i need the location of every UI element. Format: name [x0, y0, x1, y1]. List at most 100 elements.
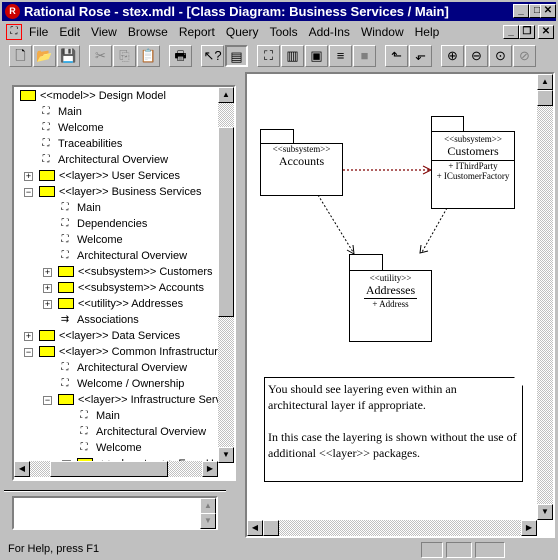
menu-view[interactable]: View	[91, 25, 117, 39]
browse-deployment-diagram-button[interactable]: ■	[353, 45, 376, 67]
scroll-up-button[interactable]: ▲	[537, 74, 553, 90]
menu-edit[interactable]: Edit	[59, 25, 80, 39]
tree-item[interactable]: ⛶ Welcome	[77, 440, 142, 456]
scroll-thumb[interactable]	[50, 461, 168, 477]
package-accounts[interactable]: <<subsystem>> Accounts	[260, 143, 343, 196]
menu-browse[interactable]: Browse	[128, 25, 168, 39]
print-button[interactable]: 🖶	[169, 45, 192, 67]
menu-help[interactable]: Help	[415, 25, 440, 39]
package-customers[interactable]: <<subsystem>> Customers + IThirdParty + …	[431, 131, 515, 209]
stereotype: <<utility>>	[369, 273, 412, 283]
paste-button[interactable]: 📋	[137, 45, 160, 67]
collapse-icon[interactable]: −	[43, 396, 52, 405]
menu-tools[interactable]: Tools	[270, 25, 298, 39]
package-addresses[interactable]: <<utility>> Addresses + Address	[349, 270, 432, 342]
copy-button[interactable]: ⎘	[113, 45, 136, 67]
tree-item[interactable]: ⛶ Dependencies	[58, 216, 148, 232]
scroll-thumb[interactable]	[263, 520, 279, 536]
tree-item[interactable]: ⛶ Welcome / Ownership	[58, 376, 185, 392]
scroll-right-button[interactable]: ▶	[521, 520, 537, 536]
cut-button[interactable]: ✂	[89, 45, 112, 67]
scroll-left-button[interactable]: ◀	[14, 461, 30, 477]
tree-item[interactable]: <<subsystem>> Accounts	[58, 280, 204, 296]
diagram-vertical-scrollbar[interactable]: ▲ ▼	[537, 74, 553, 520]
tree-item[interactable]: ⛶ Architectural Overview	[58, 360, 188, 376]
menu-addins[interactable]: Add-Ins	[309, 25, 350, 39]
scroll-down-button[interactable]: ▼	[537, 504, 553, 520]
save-button[interactable]: 💾	[57, 45, 80, 67]
doc-close-button[interactable]: ✕	[538, 25, 554, 39]
tree-item[interactable]: <<layer>> Infrastructure Services	[58, 392, 218, 408]
expand-icon[interactable]: +	[24, 332, 33, 341]
splitter[interactable]	[4, 490, 226, 492]
doc-restore-button[interactable]: ❐	[519, 25, 535, 39]
tree-item[interactable]: <<layer>> Common Infrastructure	[39, 344, 218, 360]
tree-item[interactable]: ⛶ Architectural Overview	[58, 248, 188, 264]
stereotype: <<subsystem>>	[272, 144, 331, 154]
associations-icon: ⇉	[60, 314, 70, 326]
menu-query[interactable]: Query	[226, 25, 259, 39]
browse-component-diagram-button[interactable]: ▣	[305, 45, 328, 67]
operation: + Address	[372, 299, 409, 309]
package-name: Addresses	[364, 283, 417, 299]
close-button[interactable]: ✕	[540, 4, 556, 18]
tree-item[interactable]: <<layer>> User Services	[39, 168, 180, 184]
package-tab	[349, 254, 383, 271]
menu-file[interactable]: File	[29, 25, 48, 39]
scroll-thumb[interactable]	[537, 90, 553, 106]
scroll-right-button[interactable]: ▶	[202, 461, 218, 477]
tree-horizontal-scrollbar[interactable]: ◀ ▶	[14, 461, 218, 477]
fit-in-window-button[interactable]: ⊙	[489, 45, 512, 67]
collapse-icon[interactable]: −	[24, 348, 33, 357]
browse-parent-button[interactable]: ⬑	[385, 45, 408, 67]
zoom-in-button[interactable]: ⊕	[441, 45, 464, 67]
tree-item[interactable]: ⛶ Main	[58, 200, 101, 216]
tree-item[interactable]: <<subsystem>> Customers	[58, 264, 213, 280]
collapse-icon[interactable]: −	[24, 188, 33, 197]
tree-item[interactable]: <<layer>> Business Services	[39, 184, 201, 200]
diagram-horizontal-scrollbar[interactable]: ◀ ▶	[247, 520, 537, 536]
class-diagram-icon: ⛶	[61, 250, 69, 262]
doc-minimize-button[interactable]: _	[503, 25, 519, 39]
doc-scroll-up-button[interactable]: ▲	[200, 498, 216, 514]
operation: + IThirdParty	[448, 161, 498, 171]
tree-item[interactable]: ⛶ Architectural Overview	[77, 424, 207, 440]
new-button[interactable]: 🗋	[9, 45, 32, 67]
expand-icon[interactable]: +	[43, 284, 52, 293]
zoom-out-button[interactable]: ⊖	[465, 45, 488, 67]
tree-item[interactable]: <<layer>> Data Services	[39, 328, 180, 344]
tree-item[interactable]: ⛶ Welcome	[39, 120, 104, 136]
tree-item[interactable]: ⛶ Main	[77, 408, 120, 424]
document-system-menu-icon[interactable]: ⛶	[6, 24, 22, 40]
doc-scroll-down-button[interactable]: ▼	[200, 513, 216, 529]
tree-item[interactable]: <<model>> Design Model	[20, 88, 166, 104]
documentation-window-button[interactable]: ▤	[225, 45, 248, 67]
status-pane	[421, 542, 443, 558]
tree-item[interactable]: <<utility>> Addresses	[58, 296, 183, 312]
browse-state-diagram-button[interactable]: ≡	[329, 45, 352, 67]
undo-fit-button[interactable]: ⊘	[513, 45, 536, 67]
tree-item[interactable]: ⛶ Welcome	[58, 232, 123, 248]
minimize-button[interactable]: _	[513, 4, 529, 18]
tree-item[interactable]: ⛶ Traceabilities	[39, 136, 123, 152]
tree-item[interactable]: ⛶ Main	[39, 104, 82, 120]
open-button[interactable]: 📂	[33, 45, 56, 67]
scroll-up-button[interactable]: ▲	[218, 87, 234, 103]
context-help-button[interactable]: ↖?	[201, 45, 224, 67]
browse-previous-button[interactable]: ⬐	[409, 45, 432, 67]
note[interactable]: You should see layering even within an a…	[264, 377, 523, 482]
tree-vertical-scrollbar[interactable]: ▲ ▼	[218, 87, 234, 463]
menu-report[interactable]: Report	[179, 25, 215, 39]
expand-icon[interactable]: +	[43, 268, 52, 277]
tree-item[interactable]: ⇉ Associations	[58, 312, 139, 328]
scroll-down-button[interactable]: ▼	[218, 447, 234, 463]
browse-class-diagram-button[interactable]: ⛶	[257, 45, 280, 67]
expand-icon[interactable]: +	[43, 300, 52, 309]
scroll-left-button[interactable]: ◀	[247, 520, 263, 536]
browse-interaction-diagram-button[interactable]: ▥	[281, 45, 304, 67]
menu-window[interactable]: Window	[361, 25, 404, 39]
documentation-field[interactable]: ▲ ▼	[12, 496, 218, 530]
scroll-thumb[interactable]	[218, 127, 234, 317]
tree-item[interactable]: ⛶ Architectural Overview	[39, 152, 169, 168]
expand-icon[interactable]: +	[24, 172, 33, 181]
